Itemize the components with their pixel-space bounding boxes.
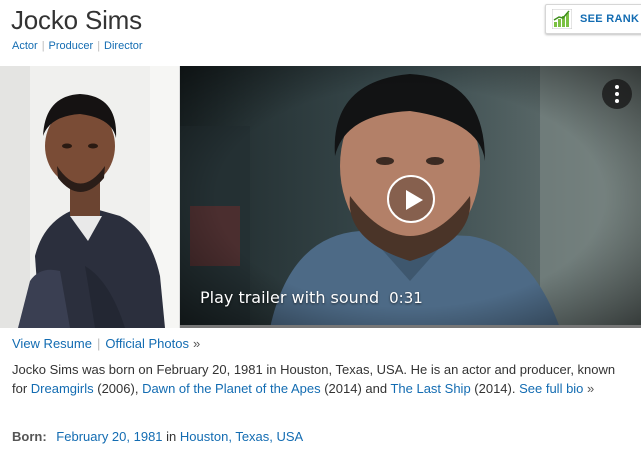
role-producer-link[interactable]: Producer bbox=[49, 40, 94, 52]
separator: | bbox=[41, 40, 45, 52]
video-progress-track bbox=[180, 325, 641, 328]
trailer-label-text: Play trailer with sound bbox=[200, 288, 380, 307]
page-title: Jocko Sims bbox=[11, 5, 142, 35]
video-duration: 0:31 bbox=[389, 289, 423, 307]
profile-photo[interactable] bbox=[0, 66, 180, 328]
birth-info: Born: February 20, 1981 in Houston, Texa… bbox=[12, 429, 303, 444]
quick-links: View Resume | Official Photos» bbox=[12, 336, 200, 351]
role-actor-link[interactable]: Actor bbox=[12, 40, 38, 52]
separator: | bbox=[97, 40, 101, 52]
play-button[interactable] bbox=[387, 175, 435, 223]
portrait-image bbox=[0, 66, 179, 328]
role-list: Actor | Producer | Director bbox=[12, 40, 143, 52]
bio-summary: Jocko Sims was born on February 20, 1981… bbox=[12, 360, 632, 398]
video-menu-button[interactable] bbox=[602, 79, 632, 109]
see-full-bio-link[interactable]: See full bio bbox=[519, 381, 583, 396]
media-strip: Play trailer with sound 0:31 bbox=[0, 66, 641, 328]
film-link-last-ship[interactable]: The Last Ship bbox=[390, 381, 470, 396]
see-rank-label: SEE RANK bbox=[580, 13, 640, 25]
view-resume-link[interactable]: View Resume bbox=[12, 336, 92, 351]
separator: | bbox=[96, 336, 101, 351]
see-rank-button[interactable]: SEE RANK bbox=[545, 4, 641, 34]
official-photos-link[interactable]: Official Photos bbox=[105, 336, 189, 351]
video-player[interactable]: Play trailer with sound 0:31 bbox=[180, 66, 641, 328]
film-link-dreamgirls[interactable]: Dreamgirls bbox=[31, 381, 94, 396]
bio-text: (2014) and bbox=[320, 381, 391, 396]
chevron-right-icon: » bbox=[192, 336, 201, 351]
bio-text: (2006), bbox=[93, 381, 143, 396]
film-link-dawn-apes[interactable]: Dawn of the Planet of the Apes bbox=[142, 381, 321, 396]
more-vertical-icon bbox=[615, 85, 619, 89]
birth-place-link[interactable]: Houston, Texas, USA bbox=[180, 429, 303, 444]
born-label: Born: bbox=[12, 429, 47, 444]
bio-text: (2014). bbox=[470, 381, 520, 396]
trending-chart-icon bbox=[552, 9, 572, 29]
chevron-right-icon: » bbox=[587, 381, 595, 396]
role-director-link[interactable]: Director bbox=[104, 40, 143, 52]
born-in-text: in bbox=[166, 429, 177, 444]
play-trailer-label[interactable]: Play trailer with sound 0:31 bbox=[200, 288, 423, 307]
birth-date-link[interactable]: February 20, 1981 bbox=[56, 429, 162, 444]
play-icon bbox=[406, 190, 423, 210]
